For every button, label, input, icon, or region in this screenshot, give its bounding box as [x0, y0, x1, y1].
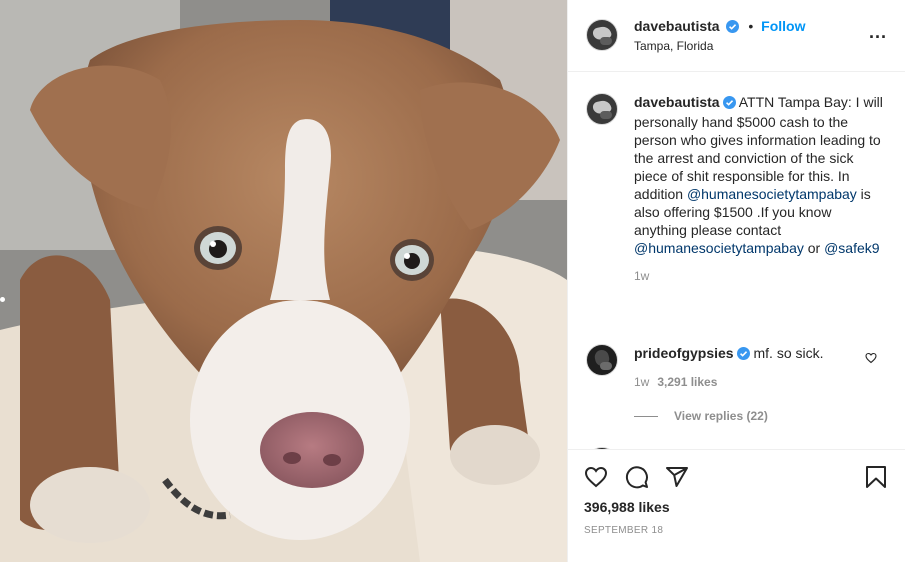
mention-link[interactable]: @humanesocietytampabay [687, 186, 857, 202]
carousel-indicator [0, 297, 5, 302]
comment-like-heart-icon[interactable] [865, 351, 877, 367]
post-date[interactable]: SEPTEMBER 18 [584, 525, 663, 536]
post-likes[interactable]: 396,988 likes [584, 499, 670, 515]
mention-link[interactable]: @safek9 [824, 240, 879, 256]
author-avatar[interactable] [586, 19, 618, 51]
comment-meta: 1w 3,291 likes [634, 375, 717, 389]
caption-avatar[interactable] [586, 93, 618, 125]
more-options-icon[interactable]: ... [869, 22, 887, 43]
comment-text: mf. so sick. [753, 345, 824, 361]
post-header: davebautista • Follow Tampa, Florida ... [568, 0, 905, 72]
verified-badge-icon [726, 20, 740, 36]
verified-badge-icon [736, 346, 750, 364]
mention-link[interactable]: @humanesocietytampabay [634, 240, 804, 256]
comment-icon[interactable] [625, 465, 649, 492]
post-panel: davebautista • Follow Tampa, Florida ...… [567, 0, 905, 562]
follow-button[interactable]: Follow [761, 18, 805, 34]
post-image[interactable] [0, 0, 567, 562]
commenter-username[interactable]: prideofgypsies [634, 345, 734, 361]
puppy-photo [0, 0, 567, 562]
post-caption: davebautista ATTN Tampa Bay: I will pers… [634, 93, 884, 285]
caption-username[interactable]: davebautista [634, 94, 720, 110]
comment-likes[interactable]: 3,291 likes [657, 375, 717, 389]
comment-time[interactable]: 1w [634, 375, 649, 389]
author-username[interactable]: davebautista [634, 18, 720, 34]
separator-dot: • [748, 18, 754, 34]
post-actions: 396,988 likes SEPTEMBER 18 [568, 449, 905, 562]
view-replies-link[interactable]: View replies (22) [634, 409, 768, 423]
caption-text: or [803, 240, 825, 256]
location-link[interactable]: Tampa, Florida [634, 39, 713, 53]
heart-icon[interactable] [584, 465, 608, 492]
share-icon[interactable] [665, 465, 689, 492]
verified-badge-icon [722, 95, 736, 113]
commenter-avatar[interactable] [586, 344, 618, 376]
caption-time[interactable]: 1w [634, 267, 884, 285]
comments-area[interactable]: davebautista ATTN Tampa Bay: I will pers… [568, 73, 905, 449]
author-line: davebautista • Follow [634, 18, 806, 36]
bookmark-icon[interactable] [865, 465, 887, 492]
comment-item: prideofgypsies mf. so sick. [634, 344, 854, 364]
